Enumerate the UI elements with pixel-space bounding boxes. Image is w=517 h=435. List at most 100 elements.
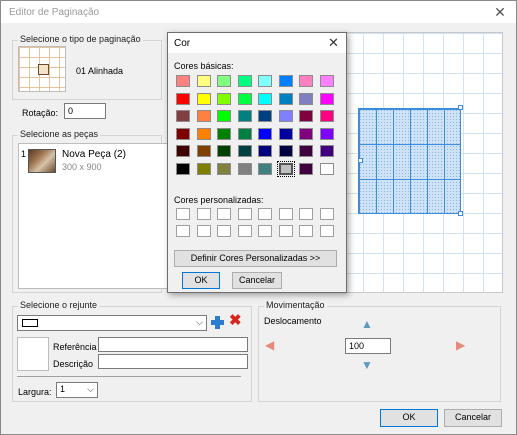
color-dialog-close-icon[interactable]: ✕ [328,35,339,51]
color-swatch[interactable] [319,127,334,140]
ok-button[interactable]: OK [380,409,438,427]
title-bar: Editor de Paginação ✕ [1,1,516,23]
custom-color-swatch[interactable] [258,225,272,237]
color-swatch[interactable] [276,160,295,177]
color-swatch[interactable] [217,75,231,87]
grout-divider [17,376,241,377]
color-swatch[interactable] [237,75,252,87]
color-swatch[interactable] [237,127,252,140]
color-ok-button[interactable]: OK [182,272,220,289]
color-swatch[interactable] [196,92,211,105]
color-swatch[interactable] [319,92,334,105]
custom-color-swatch[interactable] [278,208,293,220]
resize-handle-tr[interactable] [458,105,463,110]
color-swatch[interactable] [258,145,272,157]
chevron-down-icon: ⌵ [87,384,94,394]
arrow-down-icon[interactable]: ▼ [361,359,373,371]
color-swatch[interactable] [258,75,272,87]
color-swatch[interactable] [237,162,252,175]
color-swatch[interactable] [319,75,334,87]
resize-handle-mid[interactable] [358,158,363,163]
descricao-label: Descrição [53,359,94,369]
largura-select[interactable]: 1 ⌵ [56,382,98,398]
color-swatch[interactable] [217,162,231,175]
grout-preview [17,337,49,371]
custom-color-swatch[interactable] [217,225,231,237]
color-swatch[interactable] [237,145,252,157]
rotation-input[interactable] [64,103,106,119]
color-swatch[interactable] [278,145,293,157]
color-swatch[interactable] [196,110,211,122]
color-swatch[interactable] [258,110,272,122]
pagination-thumbnail[interactable] [18,46,66,92]
window-close-icon[interactable]: ✕ [492,4,508,21]
color-swatch[interactable] [278,75,293,87]
color-swatch[interactable] [319,162,334,175]
plus-icon[interactable] [211,316,224,329]
color-swatch[interactable] [196,162,211,175]
color-swatch[interactable] [278,92,293,105]
color-swatch[interactable] [217,127,231,140]
custom-color-swatch[interactable] [319,225,334,237]
color-swatch[interactable] [176,75,190,87]
largura-value: 1 [60,384,66,394]
list-item[interactable]: 1 Nova Peça (2) 300 x 900 [20,147,165,175]
descricao-input[interactable] [98,354,248,369]
color-swatch[interactable] [258,127,272,140]
color-swatch[interactable] [258,92,272,105]
custom-color-swatch[interactable] [278,225,293,237]
custom-color-swatch[interactable] [176,208,190,220]
color-swatch[interactable] [217,110,231,122]
displacement-input[interactable] [345,338,391,354]
color-swatch[interactable] [299,162,313,175]
grout-color-preview [22,319,38,327]
x-icon[interactable]: ✖ [229,313,242,329]
basic-colors-grid [176,75,340,181]
color-swatch[interactable] [237,110,252,122]
custom-color-swatch[interactable] [299,208,313,220]
tile-selection[interactable] [358,108,461,214]
custom-color-swatch[interactable] [299,225,313,237]
color-swatch[interactable] [237,92,252,105]
color-swatch[interactable] [217,145,231,157]
referencia-input[interactable] [98,337,248,352]
color-cancel-button[interactable]: Cancelar [232,272,282,289]
color-swatch[interactable] [176,110,190,122]
grout-color-select[interactable]: ⌵ [17,315,207,331]
color-swatch[interactable] [196,127,211,140]
color-swatch[interactable] [299,75,313,87]
color-swatch[interactable] [176,162,190,175]
color-swatch[interactable] [176,145,190,157]
arrow-right-icon[interactable]: ▶ [456,339,465,351]
color-swatch[interactable] [299,110,313,122]
color-swatch[interactable] [176,127,190,140]
color-swatch[interactable] [299,145,313,157]
color-swatch[interactable] [278,110,293,122]
custom-color-swatch[interactable] [217,208,231,220]
custom-color-swatch[interactable] [237,208,252,220]
color-swatch[interactable] [299,92,313,105]
color-swatch[interactable] [196,75,211,87]
pieces-legend: Selecione as peças [18,129,101,139]
color-swatch[interactable] [319,145,334,157]
arrow-left-icon[interactable]: ◀ [265,339,274,351]
color-swatch[interactable] [278,127,293,140]
color-swatch[interactable] [176,92,190,105]
custom-colors-label: Cores personalizadas: [174,195,264,205]
arrow-up-icon[interactable]: ▲ [361,318,373,330]
color-swatch[interactable] [258,162,272,175]
custom-color-swatch[interactable] [319,208,334,220]
custom-color-swatch[interactable] [176,225,190,237]
color-swatch[interactable] [196,145,211,157]
pagination-type-label: 01 Alinhada [76,66,124,76]
color-swatch[interactable] [299,127,313,140]
resize-handle-br[interactable] [458,211,463,216]
color-swatch[interactable] [217,92,231,105]
color-swatch[interactable] [319,110,334,122]
custom-color-swatch[interactable] [196,208,211,220]
custom-color-swatch[interactable] [237,225,252,237]
define-custom-colors-button[interactable]: Definir Cores Personalizadas >> [174,250,337,267]
custom-color-swatch[interactable] [258,208,272,220]
cancel-button[interactable]: Cancelar [444,409,502,427]
custom-color-swatch[interactable] [196,225,211,237]
